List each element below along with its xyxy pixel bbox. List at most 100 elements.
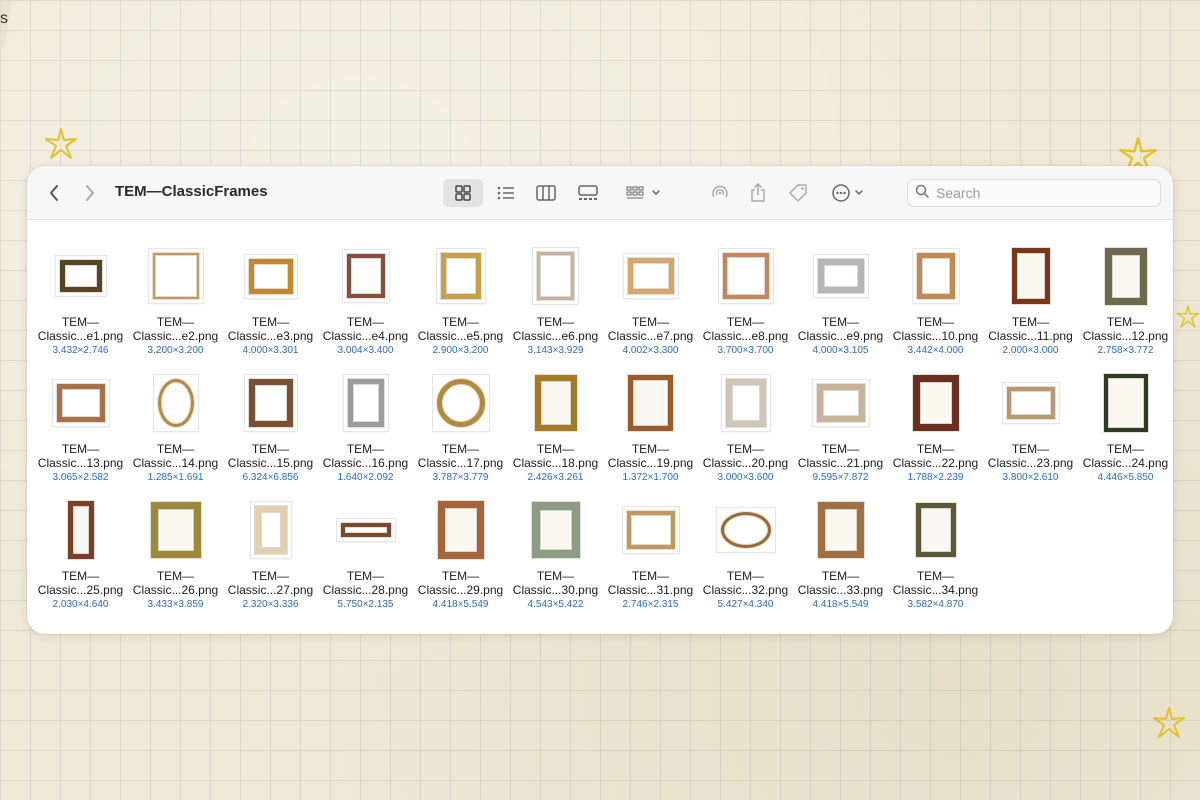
group-icon[interactable]	[623, 166, 665, 220]
file-thumbnail[interactable]	[1096, 246, 1156, 306]
file-name-line1: TEM—	[441, 569, 480, 583]
file-thumbnail[interactable]	[1001, 246, 1061, 306]
file-item[interactable]: TEM— Classic...e9.png 4.000×3.105	[793, 246, 888, 373]
file-name-line2: Classic...29.png	[417, 583, 504, 597]
file-thumbnail[interactable]	[51, 246, 111, 306]
file-thumbnail[interactable]	[431, 500, 491, 560]
file-thumbnail[interactable]	[906, 500, 966, 560]
file-thumbnail[interactable]	[526, 373, 586, 433]
file-item[interactable]: TEM— Classic...e4.png 3.004×3.400	[318, 246, 413, 373]
file-name-line2: Classic...27.png	[227, 583, 314, 597]
file-thumbnail[interactable]	[241, 373, 301, 433]
file-item[interactable]: TEM— Classic...13.png 3.065×2.582	[33, 373, 128, 500]
file-name-line1: TEM—	[631, 315, 670, 329]
file-thumbnail[interactable]	[716, 373, 776, 433]
file-item[interactable]: TEM— Classic...34.png 3.582×4.870	[888, 500, 983, 627]
icon-view-icon[interactable]	[443, 179, 483, 207]
share-icon[interactable]	[745, 166, 771, 220]
file-thumbnail[interactable]	[431, 373, 491, 433]
file-thumbnail[interactable]	[146, 246, 206, 306]
file-item[interactable]: TEM— Classic...17.png 3.787×3.779	[413, 373, 508, 500]
file-item[interactable]: TEM— Classic...32.png 5.427×4.340	[698, 500, 793, 627]
file-item[interactable]: TEM— Classic...18.png 2.426×3.261	[508, 373, 603, 500]
file-thumbnail[interactable]	[241, 246, 301, 306]
file-item[interactable]: TEM— Classic...e2.png 3.200×3.200	[128, 246, 223, 373]
file-thumbnail[interactable]	[51, 373, 111, 433]
window-title: TEM—ClassicFrames	[115, 183, 268, 200]
file-item[interactable]: TEM— Classic...23.png 3.800×2.610	[983, 373, 1078, 500]
file-item[interactable]: TEM— Classic...e1.png 3.432×2.746	[33, 246, 128, 373]
file-item[interactable]: TEM— Classic...15.png 6.324×6.856	[223, 373, 318, 500]
file-thumbnail[interactable]	[51, 500, 111, 560]
airdrop-icon[interactable]	[707, 166, 733, 220]
frame-image	[150, 502, 201, 558]
file-item[interactable]: TEM— Classic...20.png 3.000×3.600	[698, 373, 793, 500]
file-thumbnail[interactable]	[1096, 373, 1156, 433]
file-item[interactable]: TEM— Classic...27.png 2.320×3.336	[223, 500, 318, 627]
file-thumbnail[interactable]	[336, 373, 396, 433]
file-thumbnail[interactable]	[336, 246, 396, 306]
file-name-line1: TEM—	[441, 442, 480, 456]
file-dimensions: 4.543×5.422	[527, 599, 584, 610]
file-item[interactable]: TEM— Classic...30.png 4.543×5.422	[508, 500, 603, 627]
file-item[interactable]: TEM— Classic...26.png 3.433×3.859	[128, 500, 223, 627]
search-input[interactable]	[936, 185, 1136, 201]
file-item[interactable]: TEM— Classic...e5.png 2.900×3.200	[413, 246, 508, 373]
file-thumbnail[interactable]	[146, 500, 206, 560]
file-thumbnail[interactable]	[146, 373, 206, 433]
file-thumbnail[interactable]	[526, 246, 586, 306]
file-item[interactable]: TEM— Classic...28.png 5.750×2.135	[318, 500, 413, 627]
file-thumbnail[interactable]	[716, 500, 776, 560]
tag-icon[interactable]	[785, 166, 811, 220]
file-item[interactable]: TEM— Classic...e8.png 3.700×3.700	[698, 246, 793, 373]
file-thumbnail[interactable]	[621, 373, 681, 433]
file-thumbnail[interactable]	[811, 246, 871, 306]
file-name-line2: Classic...25.png	[37, 583, 124, 597]
file-item[interactable]: TEM— Classic...33.png 4.418×5.549	[793, 500, 888, 627]
file-item[interactable]: TEM— Classic...e6.png 3.143×3.929	[508, 246, 603, 373]
file-item[interactable]: TEM— Classic...16.png 1.640×2.092	[318, 373, 413, 500]
frame-image	[721, 375, 770, 431]
file-item[interactable]: TEM— Classic...11.png 2.000×3.000	[983, 246, 1078, 373]
file-item[interactable]: TEM— Classic...31.png 2.746×2.315	[603, 500, 698, 627]
file-dimensions: 3.004×3.400	[337, 345, 394, 356]
file-item[interactable]: TEM— Classic...14.png 1.285×1.691	[128, 373, 223, 500]
file-thumbnail[interactable]	[241, 500, 301, 560]
column-view-icon[interactable]	[533, 166, 559, 220]
file-dimensions: 4.002×3.300	[622, 345, 679, 356]
file-thumbnail[interactable]	[906, 373, 966, 433]
file-item[interactable]: TEM— Classic...22.png 1.788×2.239	[888, 373, 983, 500]
file-thumbnail[interactable]	[621, 246, 681, 306]
file-item[interactable]: TEM— Classic...25.png 2.030×4.640	[33, 500, 128, 627]
file-thumbnail[interactable]	[526, 500, 586, 560]
file-item[interactable]: TEM— Classic...10.png 3.442×4.000	[888, 246, 983, 373]
forward-icon[interactable]	[77, 166, 103, 220]
file-thumbnail[interactable]	[811, 373, 871, 433]
file-item[interactable]: TEM— Classic...21.png 9.595×7.872	[793, 373, 888, 500]
file-thumbnail[interactable]	[716, 246, 776, 306]
file-item[interactable]: TEM— Classic...e7.png 4.002×3.300	[603, 246, 698, 373]
file-item[interactable]: TEM— Classic...12.png 2.758×3.772	[1078, 246, 1173, 373]
file-thumbnail[interactable]	[811, 500, 871, 560]
file-item[interactable]: TEM— Classic...29.png 4.418×5.549	[413, 500, 508, 627]
file-dimensions: 1.285×1.691	[147, 472, 204, 483]
file-thumbnail[interactable]	[336, 500, 396, 560]
file-thumbnail[interactable]	[1001, 373, 1061, 433]
file-thumbnail[interactable]	[621, 500, 681, 560]
back-icon[interactable]	[41, 166, 67, 220]
more-icon[interactable]	[829, 166, 869, 220]
file-thumbnail[interactable]	[906, 246, 966, 306]
file-item[interactable]: TEM— Classic...19.png 1.372×1.700	[603, 373, 698, 500]
file-name-line1: TEM—	[441, 315, 480, 329]
search-field[interactable]	[907, 179, 1161, 207]
file-name-line1: TEM—	[156, 315, 195, 329]
file-name-line2: Classic...34.png	[892, 583, 979, 597]
frame-image	[813, 255, 868, 297]
file-thumbnail[interactable]	[431, 246, 491, 306]
list-view-icon[interactable]	[493, 166, 519, 220]
file-name-line2: Classic...28.png	[322, 583, 409, 597]
frame-image	[623, 254, 678, 298]
file-item[interactable]: TEM— Classic...e3.png 4.000×3.301	[223, 246, 318, 373]
file-item[interactable]: TEM— Classic...24.png 4.446×5.850	[1078, 373, 1173, 500]
gallery-view-icon[interactable]	[575, 166, 601, 220]
